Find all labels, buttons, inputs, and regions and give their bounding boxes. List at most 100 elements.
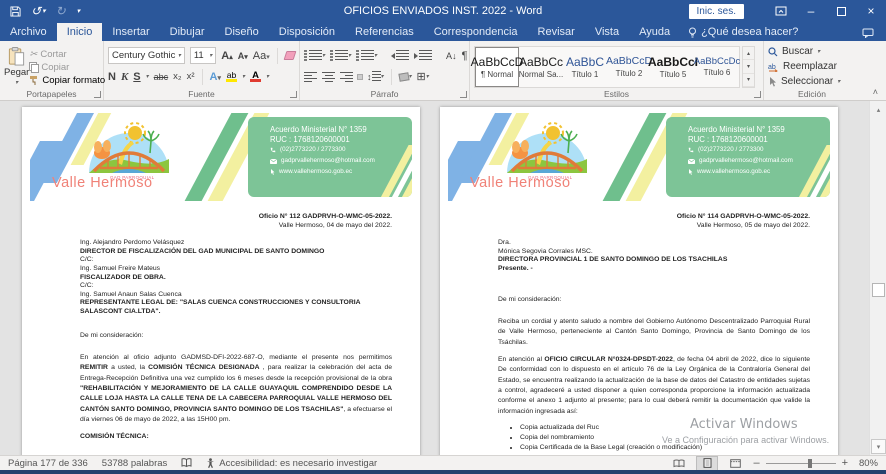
undo-button[interactable]: ↺▾ bbox=[31, 5, 46, 17]
undo-dropdown-icon[interactable]: ▾ bbox=[42, 8, 46, 15]
replace-button[interactable]: ab Reemplazar bbox=[768, 59, 856, 74]
align-left-button[interactable] bbox=[304, 71, 317, 82]
decrease-indent-button[interactable] bbox=[391, 50, 409, 61]
shading-button[interactable]: ▾ bbox=[399, 73, 412, 81]
style-titulo-1[interactable]: AaBbCTítulo 1 bbox=[563, 47, 607, 87]
underline-button[interactable]: S bbox=[133, 71, 140, 83]
tab-insertar[interactable]: Insertar bbox=[102, 23, 159, 41]
zoom-slider[interactable] bbox=[766, 463, 836, 464]
page-2[interactable]: GAD PARROQUIAL Valle Hermoso Acuerdo Min… bbox=[440, 107, 838, 455]
group-label-font: Fuente bbox=[104, 89, 299, 99]
borders-button[interactable]: ⊞▾ bbox=[417, 70, 429, 83]
text-segment: , de fecha 04 abril de 2022, dice lo sig… bbox=[498, 356, 810, 414]
oficio-number: Oficio N° 114 GADPRVH-O-WMC-05-2022. bbox=[498, 213, 810, 222]
line-spacing-button[interactable]: ↕▾ bbox=[367, 71, 384, 82]
styles-dialog-launcher[interactable] bbox=[754, 91, 761, 98]
group-clipboard: Pegar ▾ ✂Cortar Copiar Copiar formato Po… bbox=[0, 41, 104, 100]
tell-me-search[interactable]: ¿Qué desea hacer? bbox=[680, 23, 806, 41]
grow-font-button[interactable]: A▴ bbox=[221, 50, 232, 62]
text-effects-button[interactable]: A▾ bbox=[210, 71, 221, 83]
font-name-select[interactable]: Century Gothic▾ bbox=[108, 47, 185, 64]
tab-archivo[interactable]: Archivo bbox=[0, 23, 57, 41]
tab-referencias[interactable]: Referencias bbox=[345, 23, 424, 41]
justify-button[interactable] bbox=[358, 75, 362, 79]
style-normal[interactable]: AaBbCcD¶ Normal bbox=[475, 47, 519, 87]
tab-dibujar[interactable]: Dibujar bbox=[160, 23, 215, 41]
format-painter-button[interactable]: Copiar formato bbox=[29, 74, 105, 86]
style-titulo-2[interactable]: AaBbCcDTítulo 2 bbox=[607, 47, 651, 87]
zoom-out-button[interactable]: – bbox=[753, 458, 759, 469]
customize-qat-button[interactable]: ▾ bbox=[76, 8, 81, 15]
find-button[interactable]: Buscar▾ bbox=[768, 44, 856, 59]
tab-vista[interactable]: Vista bbox=[585, 23, 629, 41]
read-mode-button[interactable] bbox=[669, 457, 689, 470]
document-canvas[interactable]: GAD PARROQUIAL Valle Hermoso Acuerdo Min… bbox=[0, 101, 886, 455]
vertical-scrollbar[interactable]: ▴ ▾ bbox=[869, 101, 886, 455]
accessibility-status[interactable]: Accesibilidad: es necesario investigar bbox=[206, 458, 377, 469]
tab-revisar[interactable]: Revisar bbox=[528, 23, 585, 41]
clear-formatting-icon[interactable] bbox=[283, 51, 296, 60]
paste-button[interactable]: Pegar ▾ bbox=[4, 45, 29, 86]
select-button[interactable]: Seleccionar▾ bbox=[768, 74, 856, 89]
page-1[interactable]: GAD PARROQUIAL Valle Hermoso Acuerdo Min… bbox=[22, 107, 420, 455]
ribbon-display-options-icon[interactable] bbox=[766, 0, 796, 22]
bullets-button[interactable]: ▾ bbox=[304, 50, 325, 61]
increase-indent-button[interactable] bbox=[414, 50, 432, 61]
underline-dropdown-icon[interactable]: ▾ bbox=[146, 73, 149, 80]
tab-disposicion[interactable]: Disposición bbox=[269, 23, 345, 41]
show-marks-button[interactable]: ¶ bbox=[462, 50, 468, 62]
tab-diseno[interactable]: Diseño bbox=[215, 23, 269, 41]
feedback-comment-icon[interactable] bbox=[850, 25, 886, 41]
style-normal-sa[interactable]: AaBbCcNormal Sa... bbox=[519, 47, 563, 87]
paste-dropdown-icon[interactable]: ▾ bbox=[15, 79, 18, 86]
scrollbar-thumb[interactable] bbox=[872, 283, 885, 297]
subscript-button[interactable]: x₂ bbox=[173, 71, 181, 82]
zoom-slider-thumb[interactable] bbox=[808, 459, 812, 468]
word-count[interactable]: 53788 palabras bbox=[102, 458, 168, 469]
close-button[interactable]: × bbox=[856, 0, 886, 22]
align-right-button[interactable] bbox=[340, 71, 353, 82]
styles-scroll-up-icon[interactable]: ▴ bbox=[743, 47, 754, 60]
italic-button[interactable]: K bbox=[121, 71, 128, 83]
paragraph-dialog-launcher[interactable] bbox=[460, 91, 467, 98]
bold-button[interactable]: N bbox=[108, 71, 116, 83]
styles-gallery-more-icon[interactable]: ▾ bbox=[743, 74, 754, 87]
sort-button[interactable]: A↓ bbox=[446, 51, 457, 61]
print-layout-button[interactable] bbox=[697, 457, 717, 470]
align-center-button[interactable] bbox=[322, 71, 335, 82]
page-indicator[interactable]: Página 177 de 336 bbox=[8, 458, 88, 469]
style-titulo-5[interactable]: AaBbCcITítulo 5 bbox=[651, 47, 695, 87]
font-color-button[interactable]: A bbox=[250, 71, 261, 83]
style-titulo-6[interactable]: AaBbCcDcTítulo 6 bbox=[695, 47, 739, 87]
scroll-down-icon[interactable]: ▾ bbox=[871, 439, 886, 454]
restore-button[interactable] bbox=[826, 0, 856, 22]
cut-button[interactable]: ✂Cortar bbox=[29, 48, 105, 60]
proofing-status-icon[interactable] bbox=[181, 458, 192, 468]
sign-in-button[interactable]: Inic. ses. bbox=[689, 4, 744, 19]
scroll-up-icon[interactable]: ▴ bbox=[871, 102, 886, 117]
tab-ayuda[interactable]: Ayuda bbox=[629, 23, 680, 41]
web-layout-button[interactable] bbox=[725, 457, 745, 470]
styles-scroll-down-icon[interactable]: ▾ bbox=[743, 60, 754, 73]
minimize-button[interactable]: – bbox=[796, 0, 826, 22]
change-case-button[interactable]: Aa▾ bbox=[253, 50, 270, 62]
superscript-button[interactable]: x² bbox=[187, 71, 195, 82]
strikethrough-button[interactable]: abc bbox=[154, 72, 169, 82]
copy-button[interactable]: Copiar bbox=[29, 61, 105, 73]
zoom-in-button[interactable]: + bbox=[842, 458, 848, 469]
font-dialog-launcher[interactable] bbox=[290, 91, 297, 98]
collapse-ribbon-icon[interactable]: ˄ bbox=[873, 87, 878, 97]
multilevel-list-button[interactable]: ▾ bbox=[356, 50, 377, 61]
redo-button[interactable]: ↻ bbox=[56, 5, 66, 17]
zoom-percentage[interactable]: 80% bbox=[854, 458, 878, 469]
group-label-styles: Estilos bbox=[470, 89, 763, 99]
website-line: www.vallehermoso.gob.ec bbox=[270, 167, 406, 177]
numbering-button[interactable]: ▾ bbox=[330, 50, 351, 61]
shrink-font-button[interactable]: A▾ bbox=[238, 51, 248, 61]
highlight-color-button[interactable]: ab bbox=[226, 71, 237, 82]
font-size-select[interactable]: 11▾ bbox=[190, 47, 216, 64]
save-icon[interactable] bbox=[10, 6, 21, 17]
tab-correspondencia[interactable]: Correspondencia bbox=[424, 23, 528, 41]
tab-inicio[interactable]: Inicio bbox=[57, 23, 103, 41]
clipboard-dialog-launcher[interactable] bbox=[94, 91, 101, 98]
